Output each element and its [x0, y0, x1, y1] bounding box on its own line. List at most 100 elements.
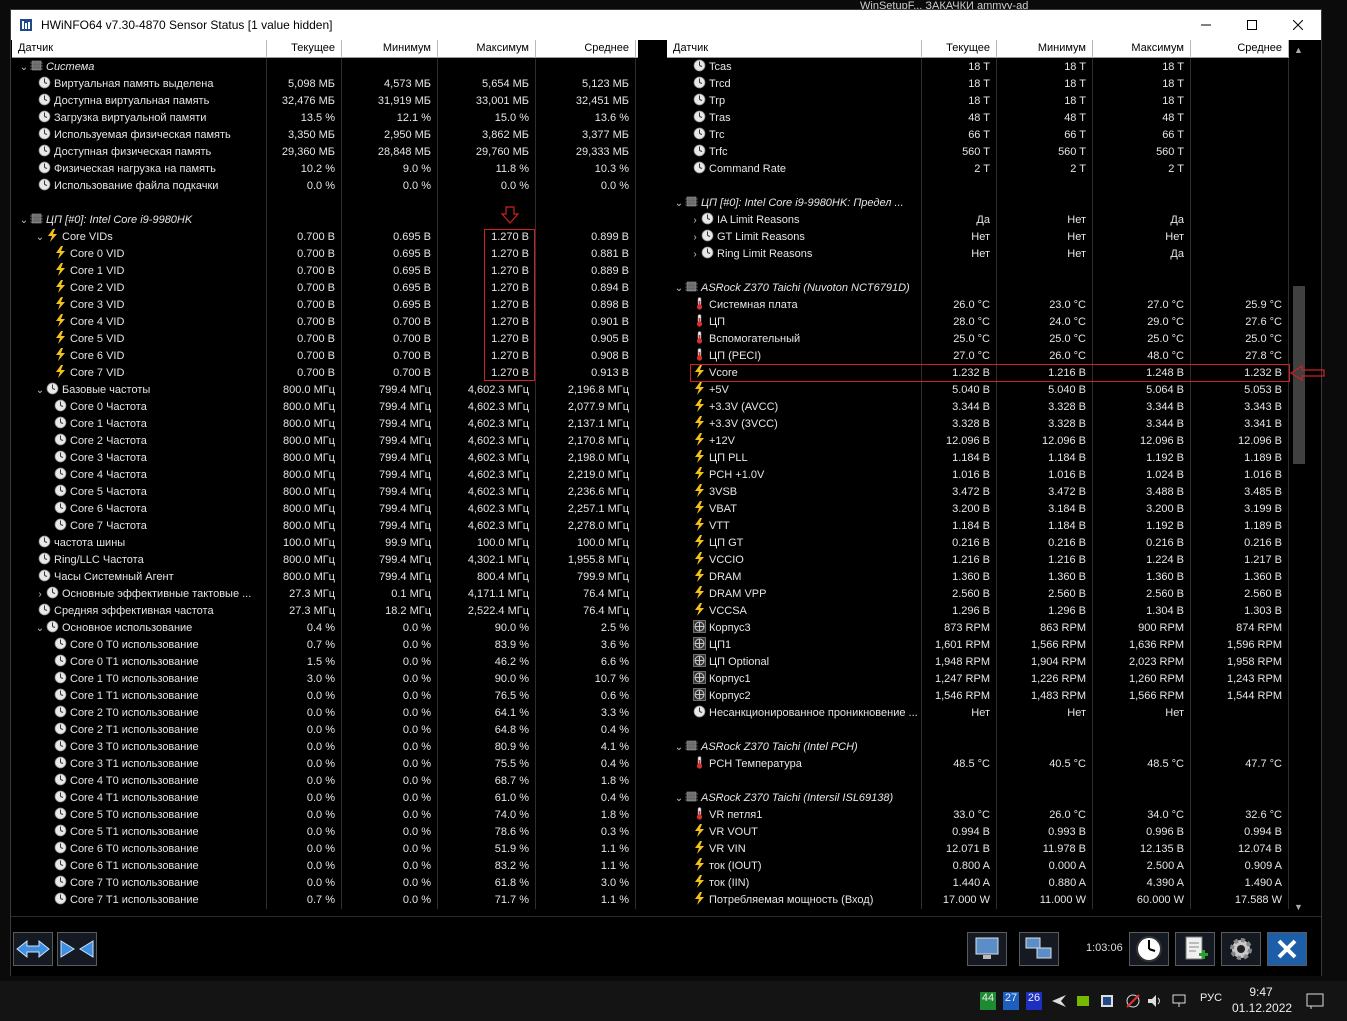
- sensor-row[interactable]: Core 3 T0 использование 0.0 % 0.0 % 80.9 % 4…: [12, 739, 638, 756]
- sensor-row[interactable]: VBAT 3.200 В 3.184 В 3.200 В 3.199 В: [667, 501, 1289, 518]
- sensor-row[interactable]: Core 5 Частота 800.0 МГц 799.4 МГц 4,602.3 …: [12, 484, 638, 501]
- right-scrollbar[interactable]: ▲ ▼: [1289, 40, 1309, 916]
- sensor-row[interactable]: Core 2 T1 использование 0.0 % 0.0 % 64.8 % 0…: [12, 722, 638, 739]
- sensor-row[interactable]: ЦП 28.0 °C 24.0 °C 29.0 °C 27.6 °C: [667, 314, 1289, 331]
- collapse-chevron-down-icon[interactable]: ⌄: [673, 739, 685, 756]
- network-computer-button[interactable]: [967, 932, 1007, 966]
- sensor-row[interactable]: Доступна виртуальная память 32,476 МБ 31,9…: [12, 93, 638, 110]
- scroll-up-icon[interactable]: ▲: [1294, 45, 1303, 55]
- sensor-row[interactable]: Core 3 Частота 800.0 МГц 799.4 МГц 4,602.3 …: [12, 450, 638, 467]
- sensor-row[interactable]: Core 6 T0 использование 0.0 % 0.0 % 51.9 % 1…: [12, 841, 638, 858]
- sensor-row[interactable]: Core 7 Частота 800.0 МГц 799.4 МГц 4,602.3 …: [12, 518, 638, 535]
- sensor-row[interactable]: +5V 5.040 В 5.040 В 5.064 В 5.053 В: [667, 382, 1289, 399]
- sensor-row[interactable]: Tras 48 T 48 T 48 T: [667, 110, 1289, 127]
- expand-all-button[interactable]: [13, 932, 53, 966]
- minimize-button[interactable]: [1183, 10, 1229, 40]
- sensor-table-right[interactable]: Датчик Текущее Минимум Максимум Среднее …: [667, 40, 1289, 916]
- sensor-row[interactable]: ЦП (PECI) 27.0 °C 26.0 °C 48.0 °C 27.8 °C: [667, 348, 1289, 365]
- collapse-chevron-down-icon[interactable]: ⌄: [18, 212, 30, 229]
- col-header-current-r[interactable]: Текущее: [922, 40, 997, 58]
- tray-volume-icon[interactable]: [1146, 992, 1164, 1010]
- tray-network-off-icon[interactable]: [1124, 992, 1142, 1010]
- maximize-button[interactable]: [1229, 10, 1275, 40]
- sensor-row[interactable]: Core 1 T0 использование 3.0 % 0.0 % 90.0 % 1…: [12, 671, 638, 688]
- sensor-row[interactable]: Core 1 VID 0.700 В 0.695 В 1.270 В 0.889 В: [12, 263, 638, 280]
- sensor-row[interactable]: +3.3V (3VCC) 3.328 В 3.328 В 3.344 В 3.341 В: [667, 416, 1289, 433]
- col-header-avg[interactable]: Среднее: [536, 40, 636, 58]
- tray-badge-blue[interactable]: 27: [1003, 992, 1019, 1010]
- collapse-chevron-down-icon[interactable]: ⌄: [673, 280, 685, 297]
- sensor-row[interactable]: Trc 66 T 66 T 66 T: [667, 127, 1289, 144]
- sensor-row[interactable]: ЦП GT 0.216 В 0.216 В 0.216 В 0.216 В: [667, 535, 1289, 552]
- col-header-current[interactable]: Текущее: [267, 40, 342, 58]
- tray-plane-icon[interactable]: [1050, 992, 1068, 1010]
- col-header-max[interactable]: Максимум: [438, 40, 536, 58]
- sensor-row[interactable]: Ring/LLC Частота 800.0 МГц 799.4 МГц 4,302.…: [12, 552, 638, 569]
- expand-chevron-right-icon[interactable]: ›: [34, 586, 46, 603]
- sensor-row[interactable]: ⌄ Основное использование 0.4 % 0.0 % 90.0 % 2…: [12, 620, 638, 637]
- col-header-avg-r[interactable]: Среднее: [1191, 40, 1289, 58]
- report-button[interactable]: [1175, 932, 1215, 966]
- sensor-row[interactable]: Используемая физическая память 3,350 МБ 2,…: [12, 127, 638, 144]
- col-header-sensor-r[interactable]: Датчик: [667, 40, 922, 58]
- sensor-row[interactable]: › Основные эффективные тактовые ... 27.3 М…: [12, 586, 638, 603]
- sensor-row[interactable]: Core 1 Частота 800.0 МГц 799.4 МГц 4,602.3 …: [12, 416, 638, 433]
- sensor-row[interactable]: PCH Температура 48.5 °C 40.5 °C 48.5 °C 47.7…: [667, 756, 1289, 773]
- sensor-row[interactable]: Доступная физическая память 29,360 МБ 28,8…: [12, 144, 638, 161]
- close-button[interactable]: [1275, 10, 1321, 40]
- sensor-row[interactable]: Core 0 VID 0.700 В 0.695 В 1.270 В 0.881 В: [12, 246, 638, 263]
- sensor-row[interactable]: › GT Limit Reasons Нет Нет Нет: [667, 229, 1289, 246]
- sensor-row[interactable]: DRAM VPP 2.560 В 2.560 В 2.560 В 2.560 В: [667, 586, 1289, 603]
- collapse-chevron-down-icon[interactable]: ⌄: [34, 382, 46, 399]
- tray-ethernet-icon[interactable]: [1170, 992, 1188, 1010]
- sensor-row[interactable]: › Ring Limit Reasons Нет Нет Да: [667, 246, 1289, 263]
- sensor-row[interactable]: ЦП1 1,601 RPM 1,566 RPM 1,636 RPM 1,596 RPM: [667, 637, 1289, 654]
- sensor-row[interactable]: ЦП PLL 1.184 В 1.184 В 1.192 В 1.189 В: [667, 450, 1289, 467]
- sensor-row[interactable]: Core 3 VID 0.700 В 0.695 В 1.270 В 0.898 В: [12, 297, 638, 314]
- tray-nvidia-icon[interactable]: [1074, 992, 1092, 1010]
- tray-badge-darkblue[interactable]: 26: [1026, 992, 1042, 1010]
- sensor-row[interactable]: Core 6 T1 использование 0.0 % 0.0 % 83.2 % 1…: [12, 858, 638, 875]
- tray-hwinfo-icon[interactable]: [1098, 992, 1116, 1010]
- tray-clock[interactable]: 9:47 01.12.2022: [1232, 984, 1292, 1016]
- sensor-row[interactable]: Vcore 1.232 В 1.216 В 1.248 В 1.232 В: [667, 365, 1289, 382]
- expand-chevron-right-icon[interactable]: ›: [689, 212, 701, 229]
- sensor-row[interactable]: Core 5 VID 0.700 В 0.700 В 1.270 В 0.905 В: [12, 331, 638, 348]
- sensor-row[interactable]: Физическая нагрузка на память 10.2 % 9.0 %…: [12, 161, 638, 178]
- sensor-row[interactable]: VR петля1 33.0 °C 26.0 °C 34.0 °C 32.6 °C: [667, 807, 1289, 824]
- sensor-row[interactable]: ⌄ Базовые частоты 800.0 МГц 799.4 МГц 4,602.…: [12, 382, 638, 399]
- sensor-row[interactable]: +3.3V (AVCC) 3.344 В 3.328 В 3.344 В 3.343 В: [667, 399, 1289, 416]
- exit-button[interactable]: [1267, 932, 1307, 966]
- sensor-row[interactable]: Core 5 T1 использование 0.0 % 0.0 % 78.6 % 0…: [12, 824, 638, 841]
- sensor-row[interactable]: ток (IOUT) 0.800 A 0.000 A 2.500 A 0.909 A: [667, 858, 1289, 875]
- collapse-chevron-down-icon[interactable]: ⌄: [673, 790, 685, 807]
- expand-chevron-right-icon[interactable]: ›: [689, 229, 701, 246]
- collapse-chevron-down-icon[interactable]: ⌄: [34, 620, 46, 637]
- sensor-row[interactable]: Core 7 T1 использование 0.7 % 0.0 % 71.7 % 1…: [12, 892, 638, 909]
- sensor-row[interactable]: Корпус2 1,546 RPM 1,483 RPM 1,566 RPM 1,544 …: [667, 688, 1289, 705]
- sensor-row[interactable]: Часы Системный Агент 800.0 МГц 799.4 МГц 80…: [12, 569, 638, 586]
- network-button[interactable]: [1019, 932, 1059, 966]
- sensor-row[interactable]: Core 2 VID 0.700 В 0.695 В 1.270 В 0.894 В: [12, 280, 638, 297]
- sensor-row[interactable]: Загрузка виртуальной памяти 13.5 % 12.1 % 1…: [12, 110, 638, 127]
- expand-chevron-right-icon[interactable]: ›: [689, 246, 701, 263]
- sensor-group-row[interactable]: ⌄ ЦП [#0]: Intel Core i9-9980HK: Предел .…: [667, 195, 1289, 212]
- sensor-row[interactable]: DRAM 1.360 В 1.360 В 1.360 В 1.360 В: [667, 569, 1289, 586]
- notifications-icon[interactable]: [1305, 992, 1325, 1010]
- sensor-row[interactable]: Trfc 560 T 560 T 560 T: [667, 144, 1289, 161]
- sensor-row[interactable]: Системная плата 26.0 °C 23.0 °C 27.0 °C 25.9…: [667, 297, 1289, 314]
- sensor-group-row[interactable]: ⌄ ASRock Z370 Taichi (Intel PCH): [667, 739, 1289, 756]
- sensor-row[interactable]: VR VIN 12.071 В 11.978 В 12.135 В 12.074 В: [667, 841, 1289, 858]
- sensor-row[interactable]: ток (IIN) 1.440 A 0.880 A 4.390 A 1.490 A: [667, 875, 1289, 892]
- sensor-row[interactable]: Core 7 T0 использование 0.0 % 0.0 % 61.8 % 3…: [12, 875, 638, 892]
- sensor-row[interactable]: Core 1 T1 использование 0.0 % 0.0 % 76.5 % 0…: [12, 688, 638, 705]
- col-header-min-r[interactable]: Минимум: [997, 40, 1093, 58]
- sensor-row[interactable]: Core 4 T1 использование 0.0 % 0.0 % 61.0 % 0…: [12, 790, 638, 807]
- sensor-row[interactable]: ЦП Optional 1,948 RPM 1,904 RPM 2,023 RPM 1,…: [667, 654, 1289, 671]
- sensor-row[interactable]: Trp 18 T 18 T 18 T: [667, 93, 1289, 110]
- sensor-row[interactable]: 3VSB 3.472 В 3.472 В 3.488 В 3.485 В: [667, 484, 1289, 501]
- sensor-row[interactable]: VR VOUT 0.994 В 0.993 В 0.996 В 0.994 В: [667, 824, 1289, 841]
- sensor-row[interactable]: Корпус1 1,247 RPM 1,226 RPM 1,260 RPM 1,243 …: [667, 671, 1289, 688]
- sensor-row[interactable]: VCCIO 1.216 В 1.216 В 1.224 В 1.217 В: [667, 552, 1289, 569]
- sensor-row[interactable]: Tcas 18 T 18 T 18 T: [667, 59, 1289, 76]
